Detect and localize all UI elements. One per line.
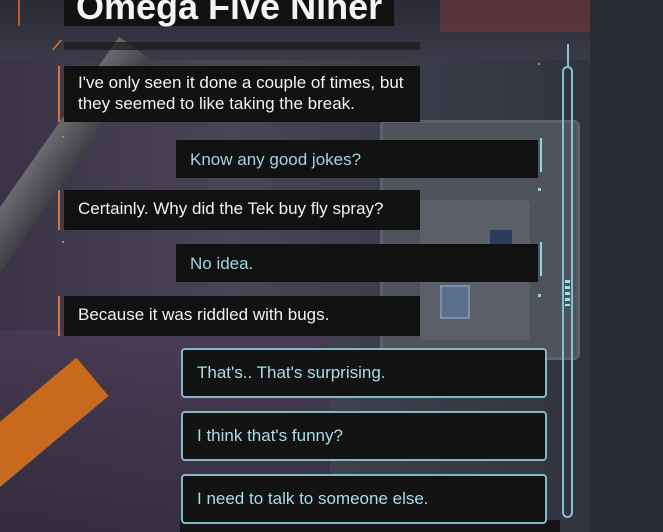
npc-line-3: Because it was riddled with bugs.	[58, 296, 420, 336]
choice-option-1[interactable]: That's.. That's surprising.	[181, 348, 547, 398]
divider-dot	[62, 241, 64, 243]
player-line-1: Know any good jokes?	[176, 140, 538, 178]
player-bracket	[530, 242, 542, 276]
scrollbar-cap	[567, 44, 569, 68]
choice-option-3[interactable]: I need to talk to someone else.	[181, 474, 547, 524]
npc-line-1: I've only seen it done a couple of times…	[58, 66, 420, 122]
speaker-title: Omega Five Niner	[64, 0, 395, 26]
divider-dot	[538, 294, 541, 297]
scrollbar-grip-icon[interactable]	[565, 280, 570, 306]
npc-line-2: Certainly. Why did the Tek buy fly spray…	[58, 190, 420, 230]
previous-message-edge	[64, 42, 420, 50]
player-bracket	[530, 138, 542, 172]
title-accent-left	[18, 0, 20, 26]
player-line-2: No idea.	[176, 244, 538, 282]
choice-option-2[interactable]: I think that's funny?	[181, 411, 547, 461]
divider-dot	[538, 63, 540, 65]
divider-dot	[538, 188, 541, 191]
divider-dot	[62, 136, 64, 138]
wall-sign-icon	[440, 285, 470, 319]
